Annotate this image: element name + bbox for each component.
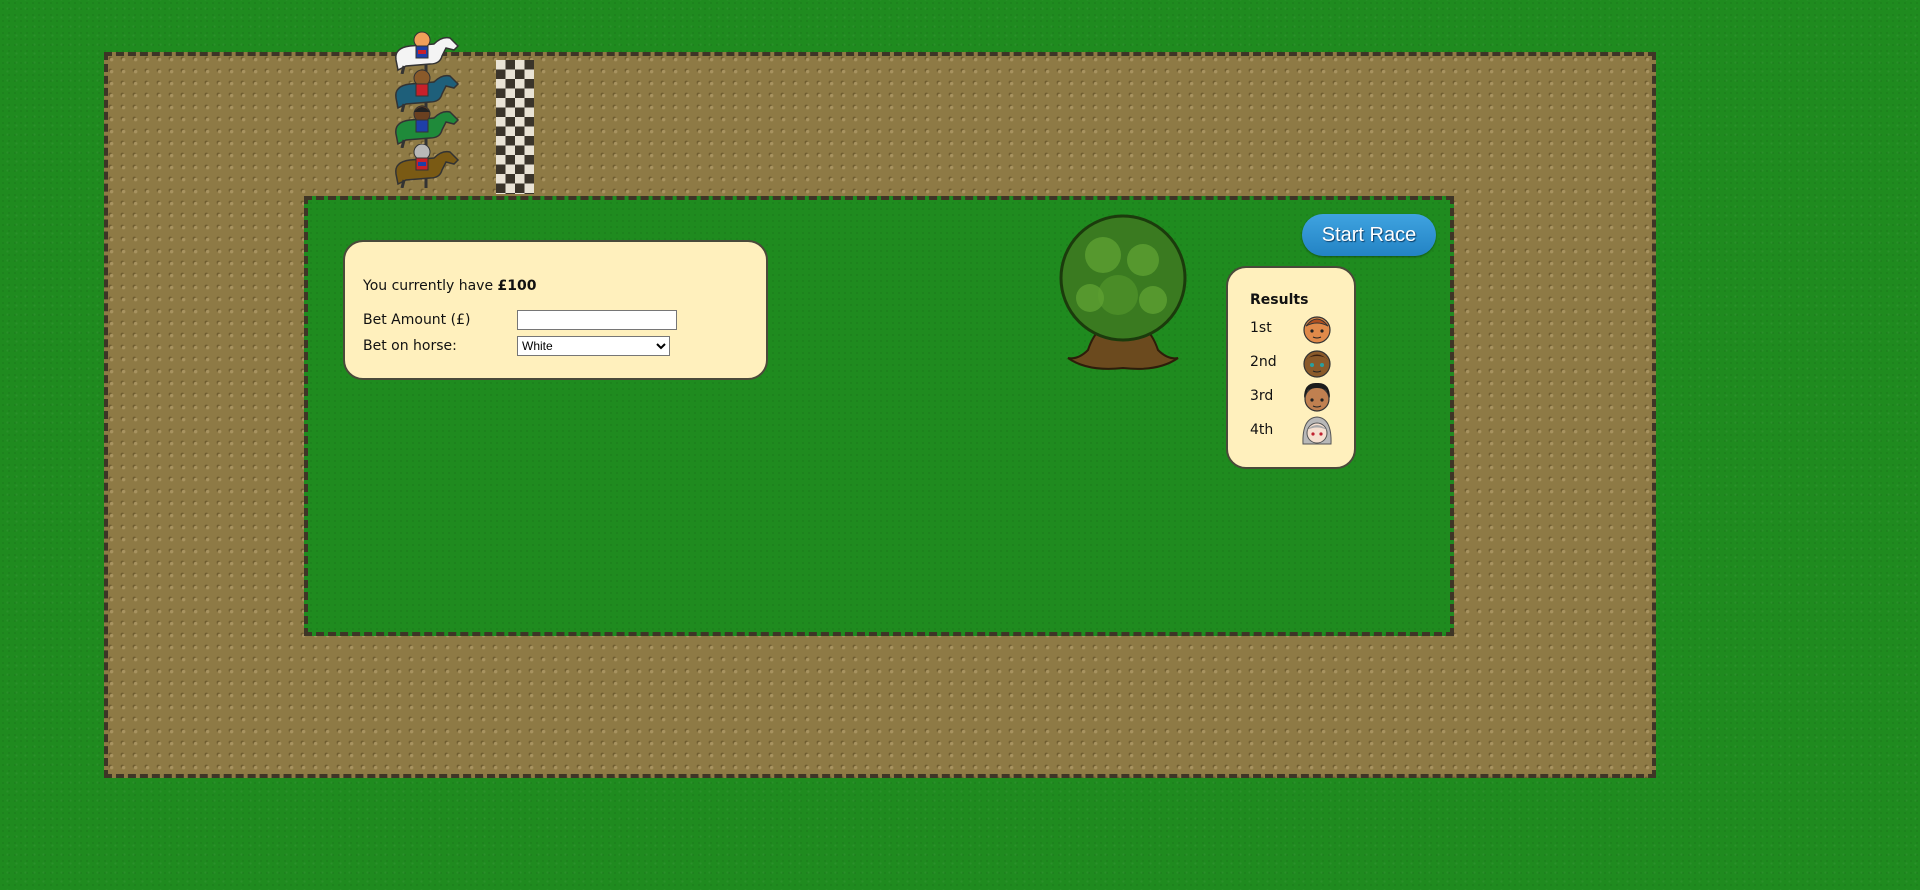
- balance-label: You currently have: [363, 278, 494, 294]
- finish-line: [496, 60, 534, 194]
- place-label-3rd: 3rd: [1250, 388, 1274, 404]
- bet-amount-input[interactable]: [517, 310, 677, 330]
- rider-face-2nd-icon: [1303, 350, 1331, 378]
- game-stage: You currently have £100 Bet Amount (£) B…: [0, 0, 1920, 890]
- bet-horse-row: Bet on horse: White: [363, 336, 670, 356]
- bet-amount-row: Bet Amount (£): [363, 310, 677, 330]
- place-label-1st: 1st: [1250, 320, 1272, 336]
- horse-brown: [395, 144, 460, 188]
- betting-panel: You currently have £100 Bet Amount (£) B…: [343, 240, 768, 380]
- place-label-2nd: 2nd: [1250, 354, 1277, 370]
- bet-amount-label: Bet Amount (£): [363, 312, 471, 328]
- rider-face-3rd-icon: [1304, 382, 1330, 412]
- horse-green: [395, 105, 460, 148]
- bet-horse-label: Bet on horse:: [363, 338, 457, 354]
- start-race-button[interactable]: Start Race: [1302, 214, 1436, 256]
- horse-select[interactable]: White: [517, 336, 670, 356]
- results-title: Results: [1250, 292, 1309, 308]
- results-panel: Results 1st 2nd 3rd 4th: [1226, 266, 1356, 469]
- rider-face-4th-icon: [1302, 416, 1332, 445]
- place-label-4th: 4th: [1250, 422, 1274, 438]
- balance-line: You currently have £100: [363, 278, 536, 294]
- tree: [1059, 214, 1187, 370]
- rider-face-1st-icon: [1303, 316, 1331, 344]
- balance-amount: £100: [497, 278, 537, 294]
